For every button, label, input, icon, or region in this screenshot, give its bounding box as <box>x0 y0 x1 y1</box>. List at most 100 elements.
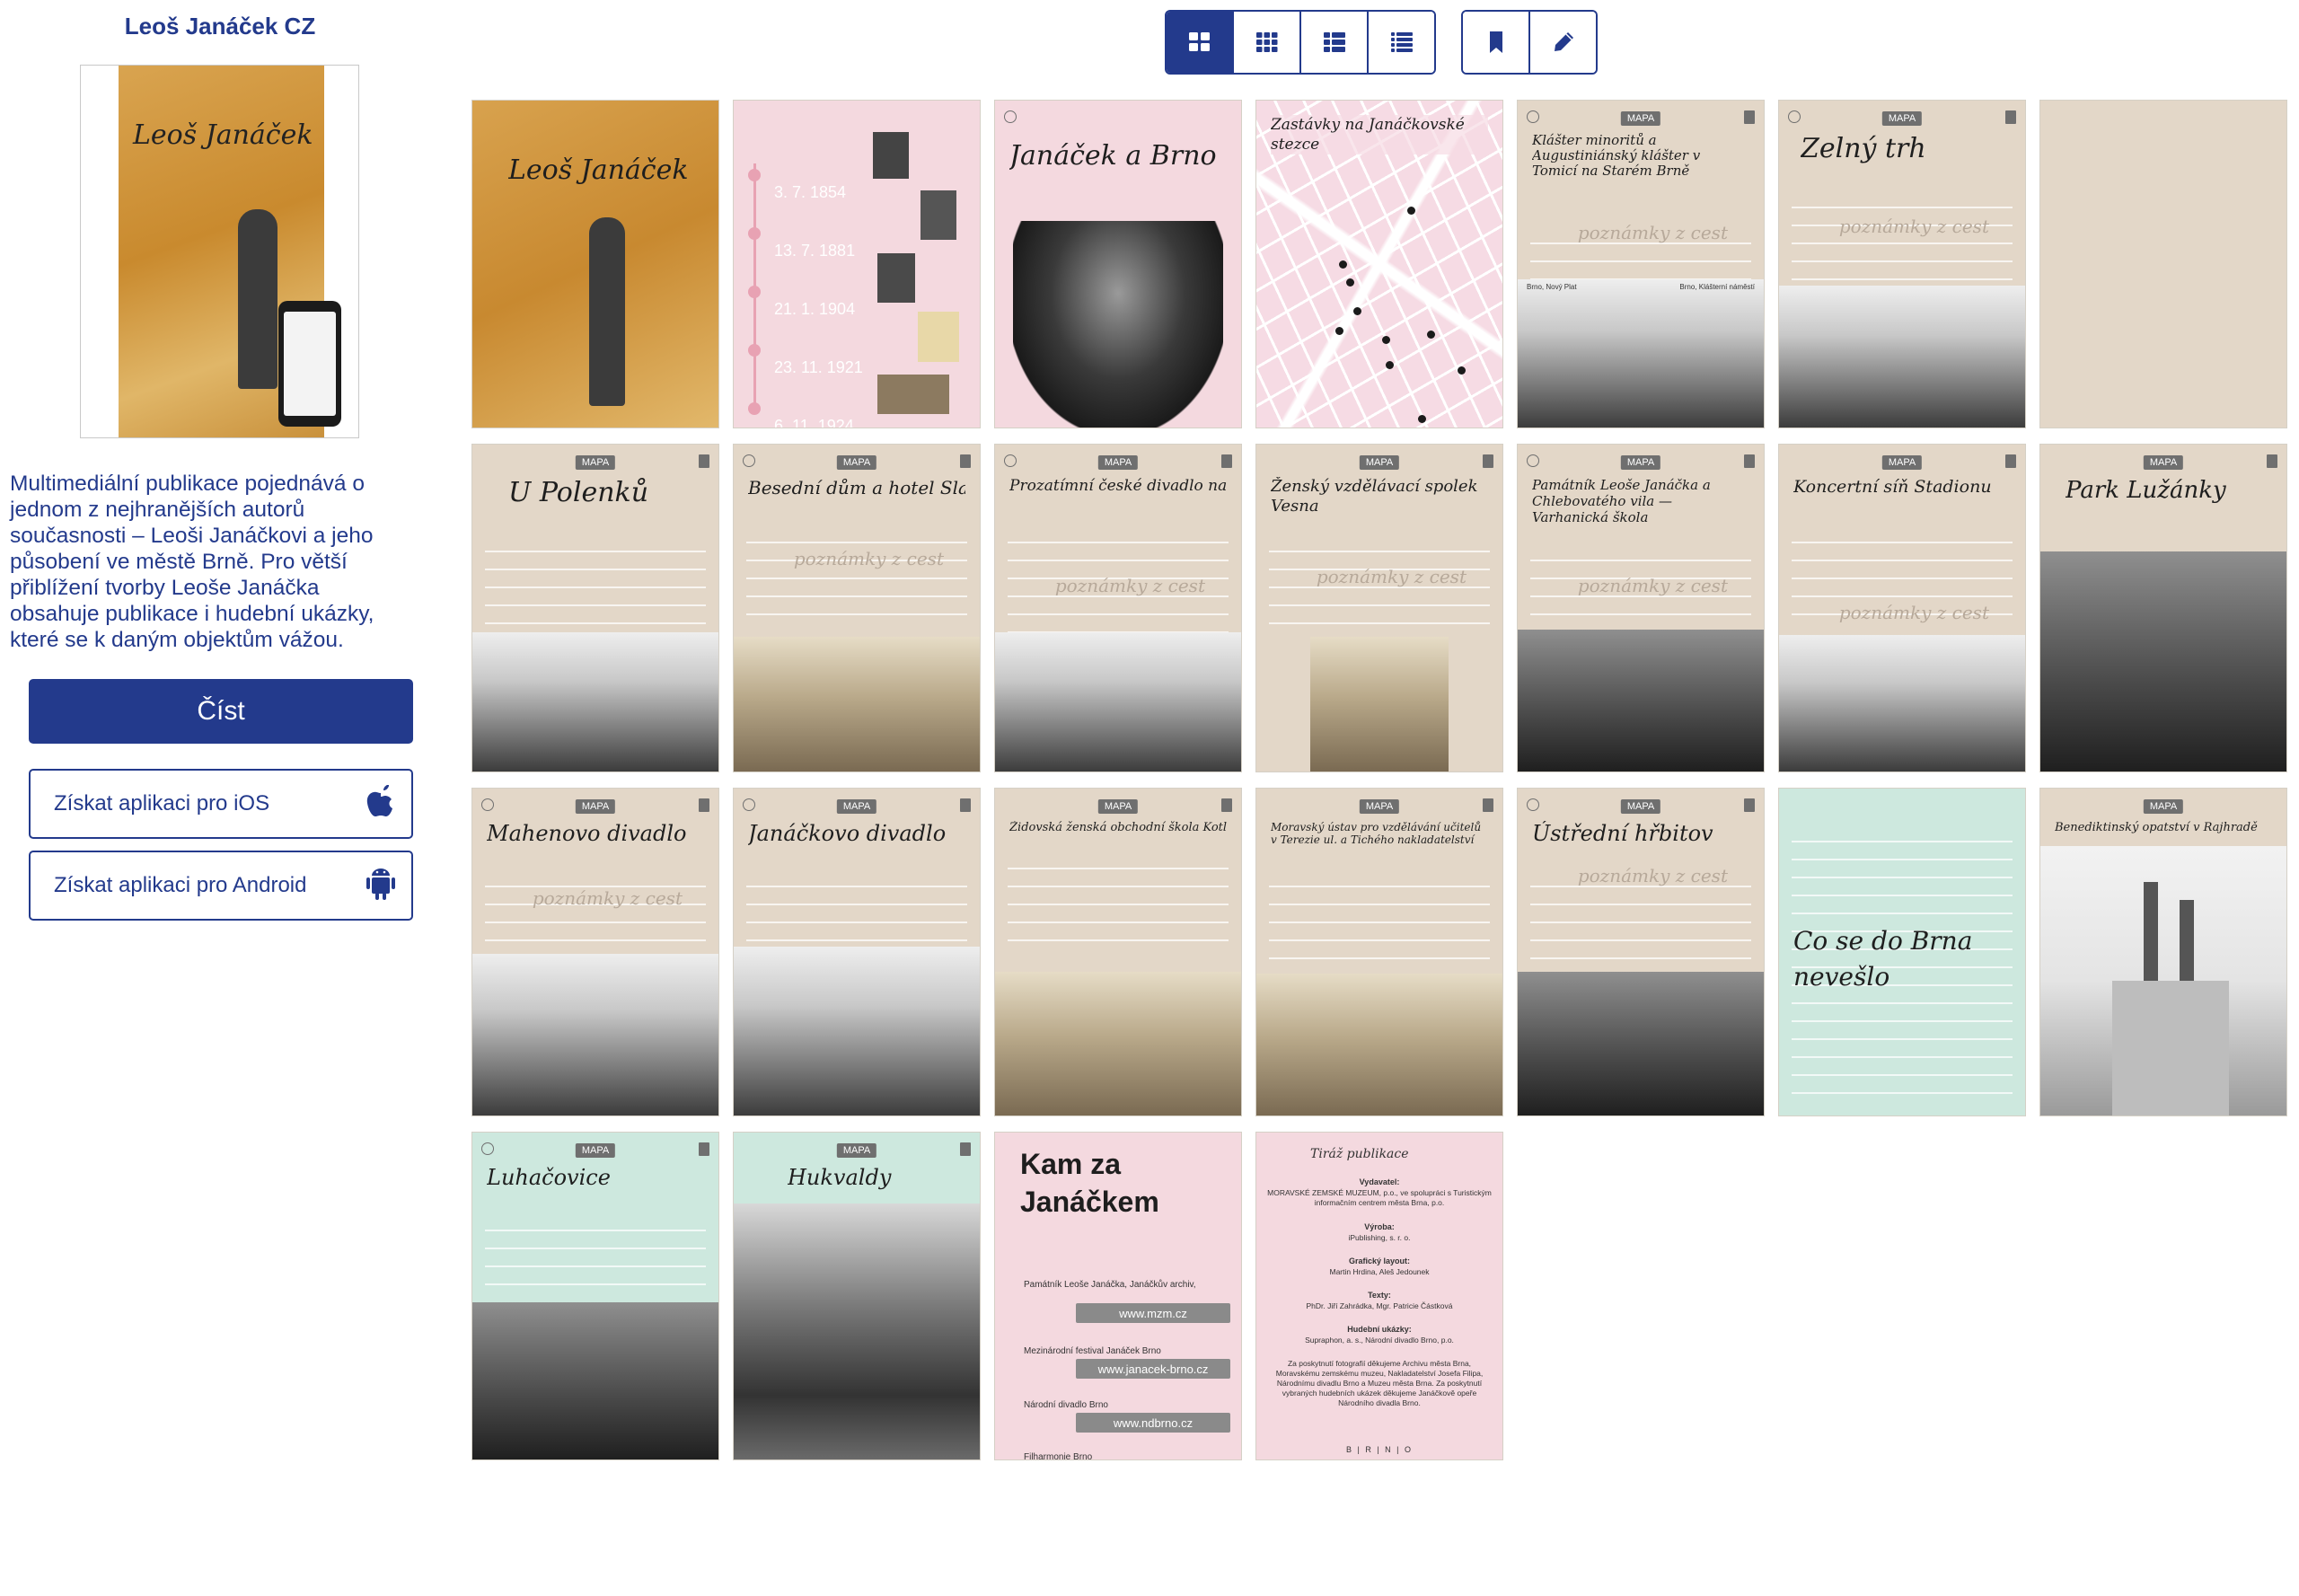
photo-caption: Brno, Klášterní náměstí <box>1679 283 1755 291</box>
notes-button[interactable] <box>1530 12 1596 73</box>
read-button[interactable]: Číst <box>29 679 413 744</box>
page-thumbnail[interactable]: MAPA Židovská ženská obchodní škola Kotl… <box>994 788 1242 1116</box>
map-marker <box>1335 327 1343 335</box>
bookmarks-button[interactable] <box>1463 12 1530 73</box>
page-thumbnail[interactable]: MAPA Koncertní síň Stadionu poznámky z c… <box>1778 444 2026 772</box>
map-badge: MAPA <box>2143 455 2184 470</box>
timeline-dates: 3. 7. 1854 13. 7. 1881 21. 1. 1904 23. 1… <box>774 163 863 428</box>
document-thumb <box>918 312 959 362</box>
page-title-script: U Polenků <box>508 477 649 508</box>
map-badge: MAPA <box>1097 799 1139 814</box>
note-lines <box>485 1213 706 1294</box>
bookmark-icon <box>1489 31 1502 53</box>
view-mode-toolbar <box>1165 10 1436 75</box>
list-icon <box>1323 32 1345 52</box>
imprint-value: MORAVSKÉ ZEMSKÉ MUZEUM, p.o., ve spolupr… <box>1267 1188 1492 1207</box>
page-thumbnail[interactable]: MAPA Park Lužánky <box>2039 444 2287 772</box>
page-title-script: Benediktinský opatství v Rajhradě <box>2055 821 2258 834</box>
page-thumbnail[interactable]: MAPA Památník Leoše Janáčka a Chlebovaté… <box>1517 444 1765 772</box>
map-badge: MAPA <box>575 455 616 470</box>
page-thumbnail[interactable]: Zastávky na Janáčkovské stezce <box>1255 100 1503 428</box>
map-marker <box>1427 331 1435 339</box>
page-thumbnail[interactable]: MAPA Zelný trh poznámky z cest <box>1778 100 2026 428</box>
link-url[interactable]: www.ndbrno.cz <box>1076 1413 1230 1433</box>
page-thumbnail[interactable]: MAPA Mahenovo divadlo poznámky z cest <box>471 788 719 1116</box>
view-large-grid-button[interactable] <box>1167 12 1234 73</box>
text-icon <box>960 454 971 468</box>
link-label: Mezinárodní festival Janáček Brno <box>1024 1346 1161 1356</box>
get-android-app-button[interactable]: Získat aplikaci pro Android <box>29 851 413 921</box>
page-thumbnail[interactable]: MAPA Janáčkovo divadlo <box>733 788 981 1116</box>
page-thumbnail[interactable]: MAPA Luhačovice <box>471 1132 719 1460</box>
historic-photo <box>1779 635 2025 772</box>
timeline-dot <box>748 227 761 240</box>
page-thumbnail[interactable]: MAPA U Polenků <box>471 444 719 772</box>
historic-photo <box>734 1204 980 1459</box>
kam-title: Kam za Janáčkem <box>1020 1145 1159 1221</box>
timeline-dot <box>748 402 761 415</box>
cover-figure-image <box>238 209 277 389</box>
church-facade <box>2112 981 2229 1115</box>
historic-photo <box>734 637 980 772</box>
page-thumbnail[interactable]: Janáček a Brno <box>994 100 1242 428</box>
notes-handwriting: poznámky z cest <box>1577 865 1728 886</box>
kam-title-line: Kam za <box>1020 1148 1122 1180</box>
view-detail-list-button[interactable] <box>1369 12 1434 73</box>
timeline-dot <box>748 286 761 298</box>
map-marker <box>1418 415 1426 423</box>
historic-photo <box>995 972 1241 1115</box>
map-badge: MAPA <box>836 1143 877 1158</box>
historic-photo <box>2040 846 2286 1115</box>
historic-photo <box>2040 551 2286 772</box>
historic-photo <box>1310 637 1449 772</box>
publication-cover[interactable]: Leoš Janáček <box>80 65 359 438</box>
view-small-grid-button[interactable] <box>1234 12 1301 73</box>
imprint-label: Hudební ukázky: <box>1347 1325 1412 1334</box>
page-thumbnail[interactable]: MAPA Prozatímní české divadlo na Veveří … <box>994 444 1242 772</box>
historic-photo <box>734 947 980 1115</box>
map-badge: MAPA <box>1359 799 1400 814</box>
android-app-label: Získat aplikaci pro Android <box>54 873 307 897</box>
page-thumbnail[interactable]: MAPA Moravský ústav pro vzdělávání učite… <box>1255 788 1503 1116</box>
page-thumbnail[interactable]: Kam za Janáčkem Památník Leoše Janáčka, … <box>994 1132 1242 1460</box>
text-icon <box>1744 110 1755 124</box>
page-thumbnail[interactable] <box>2039 100 2287 428</box>
note-lines <box>1269 869 1490 959</box>
link-url[interactable]: www.mzm.cz <box>1076 1303 1230 1323</box>
page-thumbnail[interactable]: Leoš Janáček <box>471 100 719 428</box>
note-lines <box>1792 190 2013 289</box>
map-marker <box>1386 361 1394 369</box>
church-tower <box>2180 900 2194 990</box>
page-thumbnail[interactable]: 3. 7. 1854 13. 7. 1881 21. 1. 1904 23. 1… <box>733 100 981 428</box>
page-thumbnail[interactable]: MAPA Klášter minoritů a Augustiniánský k… <box>1517 100 1765 428</box>
page-title-script: Leoš Janáček <box>508 154 689 186</box>
page-thumbnail[interactable]: MAPA Ústřední hřbitov poznámky z cest <box>1517 788 1765 1116</box>
page-thumbnail[interactable]: MAPA Benediktinský opatství v Rajhradě <box>2039 788 2287 1116</box>
map-marker <box>1346 278 1354 287</box>
apple-icon <box>363 781 399 827</box>
map-badge: MAPA <box>1620 799 1661 814</box>
link-url[interactable]: www.janacek-brno.cz <box>1076 1359 1230 1379</box>
link-label: Národní divadlo Brno <box>1024 1400 1108 1410</box>
text-icon <box>1221 798 1232 812</box>
imprint-value: iPublishing, s. r. o. <box>1348 1233 1411 1242</box>
text-icon <box>1483 798 1493 812</box>
text-icon <box>699 1142 709 1156</box>
historic-photo <box>995 632 1241 772</box>
imprint-thanks: Za poskytnutí fotografií děkujeme Archiv… <box>1275 1359 1484 1407</box>
get-ios-app-button[interactable]: Získat aplikaci pro iOS <box>29 769 413 839</box>
view-list-button[interactable] <box>1301 12 1369 73</box>
page-title-script: Park Lužánky <box>2066 477 2226 504</box>
page-thumbnail[interactable]: Tiráž publikace Vydavatel: MORAVSKÉ ZEMS… <box>1255 1132 1503 1460</box>
text-icon <box>2005 454 2016 468</box>
text-icon <box>2005 110 2016 124</box>
figure-image <box>589 217 625 406</box>
large-grid-icon <box>1188 32 1210 51</box>
page-thumbnail[interactable]: MAPA Ženský vzdělávací spolek Vesna pozn… <box>1255 444 1503 772</box>
timeline-date: 6. 11. 1924 <box>774 417 854 428</box>
historic-photo: Brno, Nový Plat Brno, Klášterní náměstí <box>1518 279 1764 428</box>
page-thumbnail[interactable]: MAPA Hukvaldy <box>733 1132 981 1460</box>
page-thumbnail[interactable]: Co se do Brna nevešlo <box>1778 788 2026 1116</box>
map-marker <box>1382 336 1390 344</box>
page-thumbnail[interactable]: MAPA Besední dům a hotel Slavia poznámky… <box>733 444 981 772</box>
